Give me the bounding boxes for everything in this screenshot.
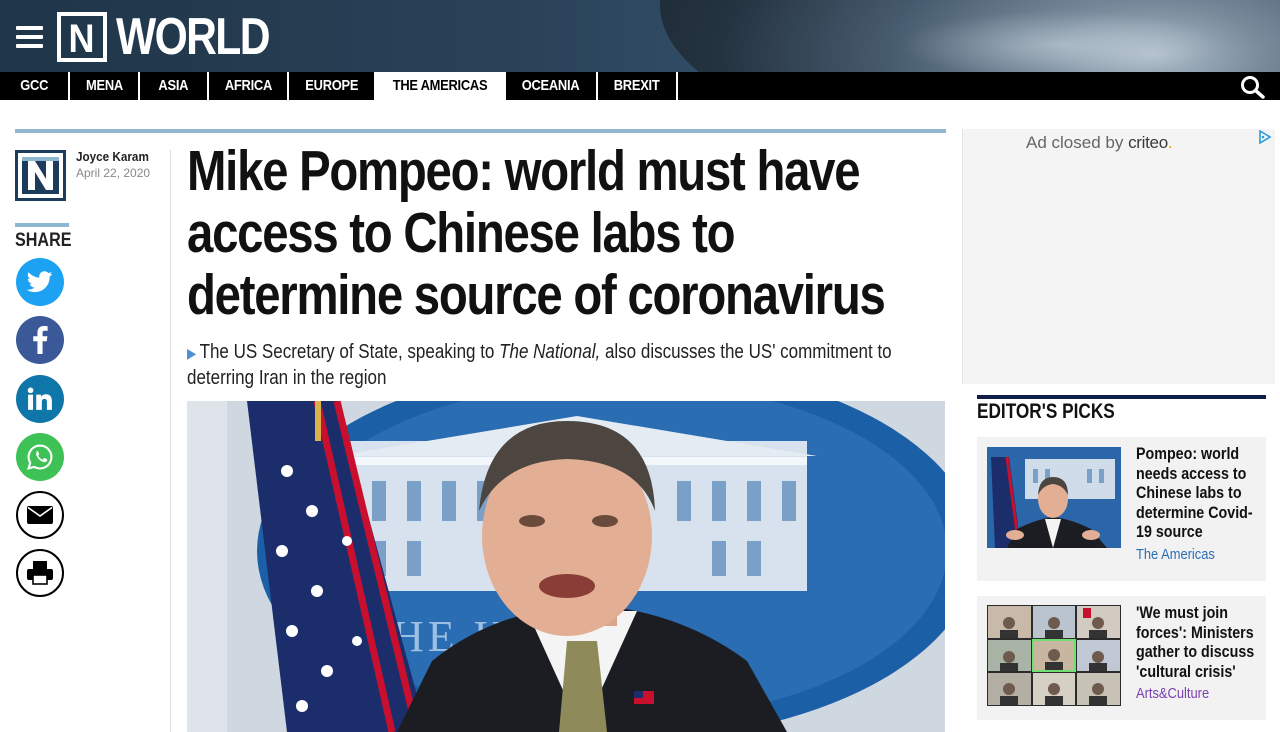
nav-item-europe[interactable]: EUROPE [289, 72, 376, 100]
editors-picks-rule [977, 395, 1266, 399]
editors-pick-card[interactable]: 'We must join forces': Ministers gather … [977, 596, 1266, 720]
editors-pick-category[interactable]: Arts&Culture [1136, 685, 1209, 702]
ad-closed-notice: Ad closed by criteo. [1026, 133, 1173, 152]
article-hero-image: HE HOUSE [187, 401, 945, 732]
section-navigation: GCC MENA ASIA AFRICA EUROPE THE AMERICAS… [0, 72, 1280, 100]
editors-pick-headline[interactable]: Pompeo: world needs access to Chinese la… [1136, 444, 1262, 542]
share-facebook-button[interactable] [16, 316, 64, 364]
site-header-banner: N WORLD [0, 0, 1280, 72]
email-icon [27, 506, 53, 524]
facebook-icon [33, 326, 48, 354]
article-standfirst: ▶ The US Secretary of State, speaking to … [187, 341, 892, 389]
site-logo-wordmark[interactable]: WORLD [116, 8, 270, 66]
nav-item-brexit[interactable]: BREXIT [598, 72, 678, 100]
share-print-button[interactable] [16, 549, 64, 597]
publish-date: April 22, 2020 [76, 166, 151, 180]
editors-pick-thumbnail[interactable] [987, 605, 1121, 706]
article-headline: Mike Pompeo: world must have access to C… [187, 139, 886, 327]
author-avatar[interactable] [15, 150, 66, 201]
editors-pick-category[interactable]: The Americas [1136, 546, 1215, 563]
criteo-logo: criteo. [1128, 133, 1173, 152]
nav-item-gcc[interactable]: GCC [0, 72, 70, 100]
editors-picks-title: EDITOR'S PICKS [977, 400, 1115, 423]
share-email-button[interactable] [16, 491, 64, 539]
nav-item-oceania[interactable]: OCEANIA [506, 72, 598, 100]
editors-pick-card[interactable]: Pompeo: world needs access to Chinese la… [977, 437, 1266, 581]
site-logo-mark[interactable]: N [57, 12, 107, 62]
editors-pick-thumbnail[interactable] [987, 447, 1121, 548]
share-twitter-button[interactable] [16, 258, 64, 306]
author-name[interactable]: Joyce Karam [76, 149, 149, 164]
share-whatsapp-button[interactable] [16, 433, 64, 481]
article-top-rule [15, 129, 946, 133]
nav-item-the-americas[interactable]: THE AMERICAS [376, 72, 506, 100]
column-divider [170, 150, 171, 732]
linkedin-icon [27, 387, 52, 410]
standfirst-bullet-icon: ▶ [187, 345, 197, 361]
share-linkedin-button[interactable] [16, 375, 64, 423]
share-label: SHARE [15, 230, 72, 251]
search-icon[interactable] [1240, 75, 1266, 99]
print-icon [27, 561, 53, 585]
hamburger-menu-icon[interactable] [16, 26, 43, 48]
nav-item-africa[interactable]: AFRICA [209, 72, 289, 100]
share-rule [15, 223, 69, 227]
whatsapp-icon [27, 444, 53, 470]
twitter-icon [27, 271, 53, 293]
adchoices-icon[interactable] [1258, 130, 1272, 144]
editors-pick-headline[interactable]: 'We must join forces': Ministers gather … [1136, 603, 1262, 681]
advertisement-slot [962, 129, 1275, 384]
nav-item-mena[interactable]: MENA [70, 72, 140, 100]
nav-item-asia[interactable]: ASIA [140, 72, 209, 100]
